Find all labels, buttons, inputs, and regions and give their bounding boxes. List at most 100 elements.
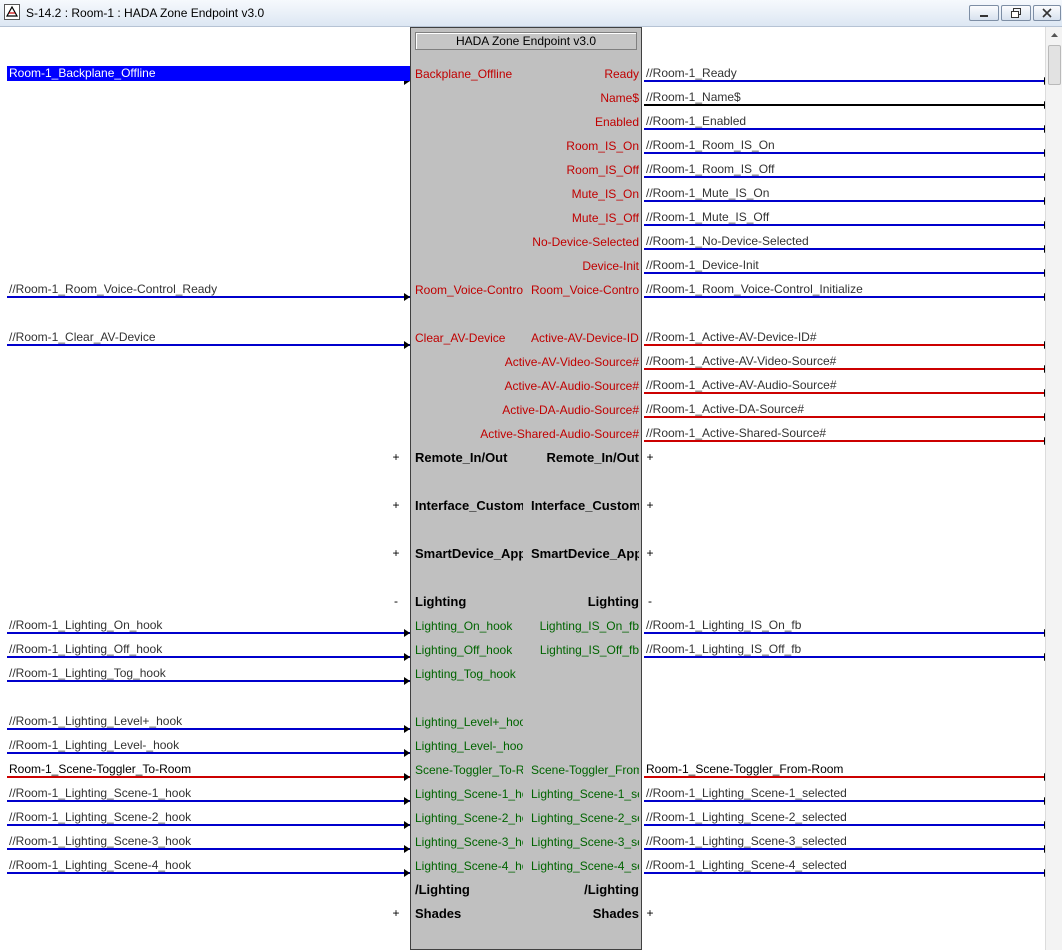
output-pin-label: Lighting_IS_Off_fb <box>539 643 639 657</box>
output-signal[interactable]: //Room-1_Lighting_Scene-4_selected <box>646 858 1041 873</box>
expand-toggle-right[interactable]: + <box>645 546 655 560</box>
input-pin-label: Lighting_Level-_hook <box>415 739 523 753</box>
input-signal[interactable]: //Room-1_Lighting_Tog_hook <box>9 666 404 681</box>
expand-toggle-right[interactable]: + <box>645 906 655 920</box>
output-pin-label: Name$ <box>600 91 639 105</box>
input-wire-arrow <box>404 653 410 661</box>
output-pin-label: SmartDevice_AppInfo <box>531 546 639 561</box>
input-wire-arrow <box>404 773 410 781</box>
expand-toggle-left[interactable]: + <box>391 498 401 512</box>
output-pin-label: /Lighting <box>584 882 639 897</box>
input-wire-arrow <box>404 869 410 877</box>
input-signal[interactable]: //Room-1_Lighting_Level-_hook <box>9 738 404 753</box>
output-pin-label: Enabled <box>594 115 639 129</box>
output-signal[interactable]: //Room-1_No-Device-Selected <box>646 234 1041 249</box>
output-signal[interactable]: //Room-1_Lighting_IS_Off_fb <box>646 642 1041 657</box>
output-pin-label: Interface_Customs <box>531 498 639 513</box>
output-pin-label: Active-AV-Video-Source# <box>504 355 639 369</box>
input-signal[interactable]: //Room-1_Lighting_Off_hook <box>9 642 404 657</box>
output-pin-label: Ready <box>604 67 639 81</box>
output-signal[interactable]: //Room-1_Ready <box>646 66 1041 81</box>
output-signal[interactable]: //Room-1_Name$ <box>646 90 1041 105</box>
input-pin-label: SmartDevice_AppInfo <box>415 546 523 561</box>
input-signal[interactable]: Room-1_Backplane_Offline <box>7 66 410 81</box>
input-pin-label: /Lighting <box>415 882 470 897</box>
input-pin-label: Interface_Customs <box>415 498 523 513</box>
output-pin-label: Room_IS_Off <box>566 163 639 177</box>
expand-toggle-left[interactable]: + <box>391 450 401 464</box>
output-signal[interactable]: //Room-1_Mute_IS_Off <box>646 210 1041 225</box>
output-pin-label: Lighting_Scene-1_selected <box>531 787 639 801</box>
input-signal[interactable]: //Room-1_Lighting_Scene-4_hook <box>9 858 404 873</box>
input-pin-label: Lighting <box>415 594 467 609</box>
vertical-scrollbar[interactable] <box>1045 27 1062 950</box>
output-pin-label: Room_Voice-Control_Initialize <box>531 283 639 297</box>
output-pin-label: Active-DA-Audio-Source# <box>502 403 639 417</box>
output-signal[interactable]: //Room-1_Active-AV-Device-ID# <box>646 330 1041 345</box>
input-signal[interactable]: //Room-1_Lighting_On_hook <box>9 618 404 633</box>
input-pin-label: Shades <box>415 906 462 921</box>
output-pin-label: Lighting_Scene-3_selected <box>531 835 639 849</box>
input-pin-label: Lighting_Off_hook <box>415 643 513 657</box>
output-pin-label: Lighting_Scene-4_selected <box>531 859 639 873</box>
input-signal[interactable]: //Room-1_Lighting_Level+_hook <box>9 714 404 729</box>
expand-toggle-left[interactable]: + <box>391 906 401 920</box>
input-signal[interactable]: Room-1_Scene-Toggler_To-Room <box>9 762 404 777</box>
input-signal[interactable]: //Room-1_Lighting_Scene-1_hook <box>9 786 404 801</box>
output-pin-label: Lighting <box>587 594 639 609</box>
output-signal[interactable]: //Room-1_Active-AV-Video-Source# <box>646 354 1041 369</box>
input-pin-label: Room_Voice-Control_Ready <box>415 283 523 297</box>
scroll-up-arrow-icon[interactable] <box>1046 27 1062 44</box>
input-wire-arrow <box>404 725 410 733</box>
output-pin-label: Active-Shared-Audio-Source# <box>480 427 639 441</box>
input-pin-label: Lighting_Scene-3_hook <box>415 835 523 849</box>
output-signal[interactable]: //Room-1_Lighting_IS_On_fb <box>646 618 1041 633</box>
input-pin-label: Lighting_Scene-2_hook <box>415 811 523 825</box>
output-signal[interactable]: //Room-1_Lighting_Scene-1_selected <box>646 786 1041 801</box>
output-pin-label: Active-AV-Audio-Source# <box>504 379 639 393</box>
output-signal[interactable]: //Room-1_Active-Shared-Source# <box>646 426 1041 441</box>
output-signal[interactable]: //Room-1_Active-DA-Source# <box>646 402 1041 417</box>
output-pin-label: Active-AV-Device-ID# <box>531 331 639 345</box>
output-pin-label: Mute_IS_Off <box>571 211 639 225</box>
output-signal[interactable]: //Room-1_Mute_IS_On <box>646 186 1041 201</box>
output-pin-label: Shades <box>592 906 639 921</box>
input-pin-label: Clear_AV-Device <box>415 331 506 345</box>
input-wire-arrow <box>404 677 410 685</box>
expand-toggle-left[interactable]: + <box>391 546 401 560</box>
scroll-thumb[interactable] <box>1048 45 1061 85</box>
input-pin-label: Backplane_Offline <box>415 67 513 81</box>
output-signal[interactable]: //Room-1_Active-AV-Audio-Source# <box>646 378 1041 393</box>
input-pin-label: Scene-Toggler_To-Room <box>415 763 523 777</box>
output-signal[interactable]: //Room-1_Device-Init <box>646 258 1041 273</box>
expand-toggle-left[interactable]: - <box>391 594 401 608</box>
output-signal[interactable]: //Room-1_Room_IS_Off <box>646 162 1041 177</box>
output-signal[interactable]: //Room-1_Room_IS_On <box>646 138 1041 153</box>
input-wire-arrow <box>404 341 410 349</box>
output-pin-label: Lighting_IS_On_fb <box>539 619 639 633</box>
input-wire-arrow <box>404 629 410 637</box>
output-signal[interactable]: //Room-1_Enabled <box>646 114 1041 129</box>
output-signal[interactable]: Room-1_Scene-Toggler_From-Room <box>646 762 1041 777</box>
input-pin-label: Lighting_Level+_hook <box>415 715 523 729</box>
input-wire-arrow <box>404 845 410 853</box>
input-signal[interactable]: //Room-1_Clear_AV-Device <box>9 330 404 345</box>
expand-toggle-right[interactable]: + <box>645 498 655 512</box>
input-pin-label: Lighting_Scene-1_hook <box>415 787 523 801</box>
input-pin-label: Lighting_Scene-4_hook <box>415 859 523 873</box>
output-signal[interactable]: //Room-1_Room_Voice-Control_Initialize <box>646 282 1041 297</box>
input-pin-label: Lighting_On_hook <box>415 619 513 633</box>
input-wire-arrow <box>404 293 410 301</box>
output-pin-label: No-Device-Selected <box>532 235 639 249</box>
expand-toggle-right[interactable]: + <box>645 450 655 464</box>
input-signal[interactable]: //Room-1_Room_Voice-Control_Ready <box>9 282 404 297</box>
input-pin-label: Remote_In/Out <box>415 450 508 465</box>
input-signal[interactable]: //Room-1_Lighting_Scene-3_hook <box>9 834 404 849</box>
input-wire-arrow <box>404 821 410 829</box>
output-pin-label: Scene-Toggler_From-Room <box>531 763 639 777</box>
output-pin-label: Remote_In/Out <box>546 450 639 465</box>
output-signal[interactable]: //Room-1_Lighting_Scene-2_selected <box>646 810 1041 825</box>
output-signal[interactable]: //Room-1_Lighting_Scene-3_selected <box>646 834 1041 849</box>
input-signal[interactable]: //Room-1_Lighting_Scene-2_hook <box>9 810 404 825</box>
expand-toggle-right[interactable]: - <box>645 594 655 608</box>
